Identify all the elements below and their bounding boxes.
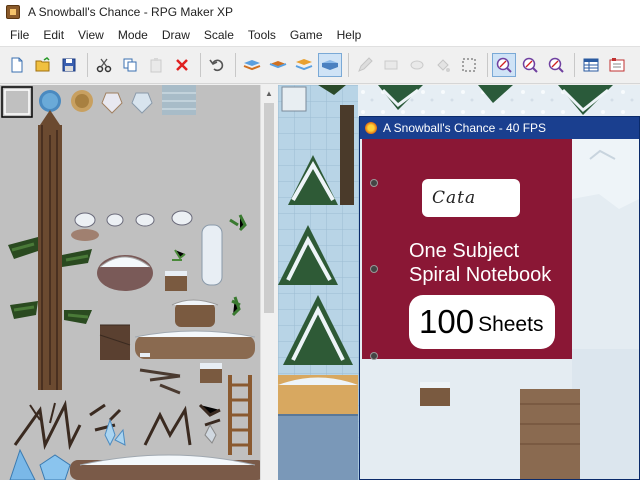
menu-mode[interactable]: Mode: [111, 28, 155, 42]
toolbar-separator: [200, 53, 201, 77]
layer-3-icon: [295, 59, 313, 71]
game-window-title: A Snowball's Chance - 40 FPS: [383, 121, 547, 135]
notebook-subject: One Subject Spiral Notebook: [409, 239, 551, 287]
open-project-icon: [35, 57, 50, 72]
menu-draw[interactable]: Draw: [155, 28, 197, 42]
toolbar: [0, 46, 640, 84]
sheets-count-box: 100 Sheets: [409, 295, 555, 349]
zoom-1-1-button[interactable]: [492, 53, 516, 77]
notebook-owner-name: Cata: [432, 188, 477, 208]
database-icon: [583, 58, 599, 72]
flood-fill-icon: [437, 59, 450, 72]
tileset-panel: ▲: [0, 85, 276, 480]
copy-button[interactable]: [118, 53, 142, 77]
undo-button[interactable]: [205, 53, 229, 77]
toolbar-separator: [574, 53, 575, 77]
notebook-cover: Cata One Subject Spiral Notebook 100 She…: [362, 139, 572, 360]
rectangle-icon: [384, 60, 398, 70]
menu-help[interactable]: Help: [330, 28, 369, 42]
new-project-button[interactable]: [5, 53, 29, 77]
toolbar-separator: [235, 53, 236, 77]
menu-scale[interactable]: Scale: [197, 28, 241, 42]
layer-3-button[interactable]: [292, 53, 316, 77]
save-button[interactable]: [57, 53, 81, 77]
delete-icon: [176, 59, 188, 71]
select-icon: [462, 58, 476, 72]
scrollbar-thumb[interactable]: [264, 103, 274, 313]
materialbase-button[interactable]: [605, 53, 629, 77]
pencil-button[interactable]: [353, 53, 377, 77]
spiral-ring: [370, 352, 378, 360]
database-button[interactable]: [579, 53, 603, 77]
rectangle-button[interactable]: [379, 53, 403, 77]
toolbar-separator: [87, 53, 88, 77]
events-layer-button[interactable]: [318, 53, 342, 77]
cut-icon: [96, 58, 112, 73]
save-icon: [62, 58, 76, 72]
spiral-ring: [370, 265, 378, 273]
tileset-scrollbar[interactable]: ▲: [260, 85, 276, 480]
delete-button[interactable]: [170, 53, 194, 77]
game-screen[interactable]: Cata One Subject Spiral Notebook 100 She…: [360, 139, 639, 479]
cut-button[interactable]: [92, 53, 116, 77]
game-sun-icon: [365, 122, 377, 134]
paste-icon: [150, 58, 162, 73]
events-layer-icon: [322, 60, 338, 70]
tileset-palette[interactable]: [0, 85, 260, 480]
scroll-up-icon[interactable]: ▲: [261, 85, 277, 101]
materialbase-icon: [609, 58, 625, 72]
subject-line-1: One Subject: [409, 240, 520, 262]
layer-1-button[interactable]: [240, 53, 264, 77]
rpg-maker-icon: [6, 5, 20, 19]
ellipse-button[interactable]: [405, 53, 429, 77]
copy-icon: [123, 58, 137, 72]
menu-edit[interactable]: Edit: [36, 28, 71, 42]
pencil-icon: [358, 57, 373, 72]
title-bar: A Snowball's Chance - RPG Maker XP: [0, 0, 640, 24]
window-title: A Snowball's Chance - RPG Maker XP: [28, 5, 234, 19]
toolbar-separator: [348, 53, 349, 77]
zoom-1-4-button[interactable]: [544, 53, 568, 77]
paste-button[interactable]: [144, 53, 168, 77]
open-project-button[interactable]: [31, 53, 55, 77]
layer-1-icon: [243, 60, 261, 71]
ellipse-icon: [410, 60, 424, 70]
menu-bar: File Edit View Mode Draw Scale Tools Gam…: [0, 24, 640, 46]
menu-game[interactable]: Game: [283, 28, 330, 42]
zoom-1-4-icon: [548, 57, 564, 73]
sheets-label: Sheets: [478, 313, 544, 336]
flood-fill-button[interactable]: [431, 53, 455, 77]
toolbar-separator: [487, 53, 488, 77]
menu-view[interactable]: View: [71, 28, 111, 42]
layer-2-button[interactable]: [266, 53, 290, 77]
sheets-count: 100: [419, 303, 475, 340]
select-button[interactable]: [457, 53, 481, 77]
game-window-titlebar[interactable]: A Snowball's Chance - 40 FPS: [360, 117, 639, 139]
spiral-ring: [370, 179, 378, 187]
map-cursor: [281, 86, 307, 112]
game-test-window: A Snowball's Chance - 40 FPS Cata One Su…: [359, 116, 640, 480]
new-project-icon: [11, 57, 23, 73]
menu-tools[interactable]: Tools: [241, 28, 283, 42]
subject-line-2: Spiral Notebook: [409, 264, 552, 286]
undo-icon: [209, 59, 224, 72]
menu-file[interactable]: File: [0, 28, 36, 42]
zoom-1-1-icon: [496, 57, 512, 73]
name-label-box: Cata: [422, 179, 520, 217]
zoom-1-2-icon: [522, 57, 538, 73]
zoom-1-2-button[interactable]: [518, 53, 542, 77]
layer-2-icon: [269, 61, 287, 69]
